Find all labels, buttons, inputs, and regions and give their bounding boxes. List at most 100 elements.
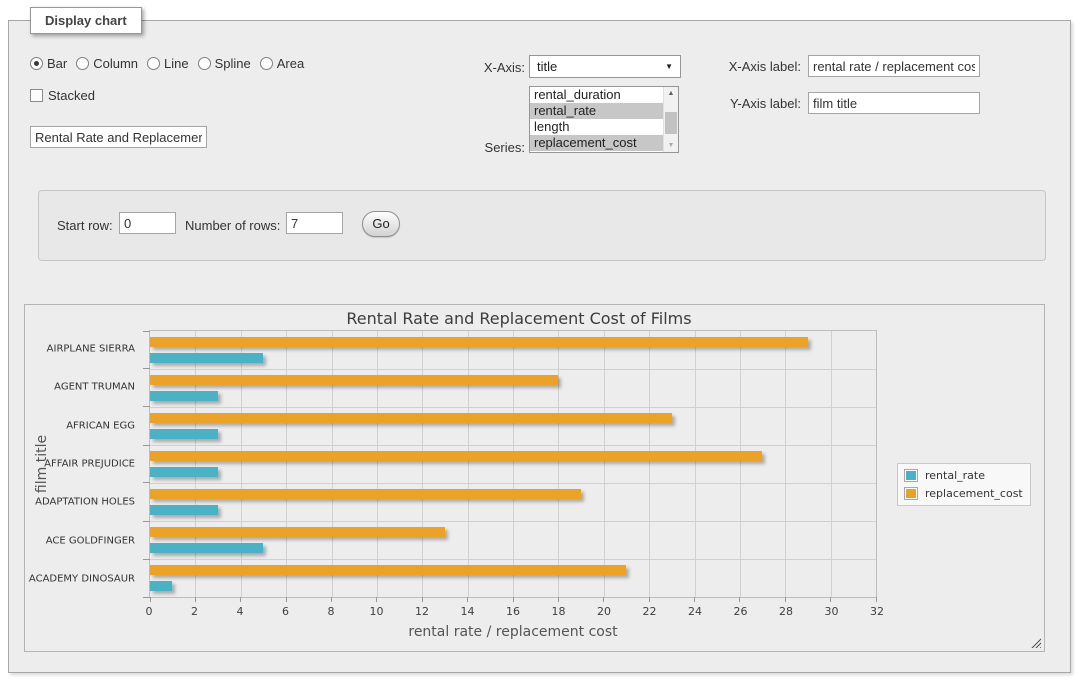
x-tick-mark [830, 597, 831, 602]
scrollbar-thumb[interactable] [665, 112, 677, 134]
scroll-down-icon[interactable]: ▼ [664, 139, 678, 152]
radio-label: Column [93, 56, 138, 71]
bar-rental_rate [150, 543, 263, 553]
x-axis-title: rental rate / replacement cost [149, 624, 877, 640]
category-label: AGENT TRUMAN [54, 382, 135, 393]
bar-replacement_cost [150, 375, 558, 385]
y-tick-mark [143, 331, 150, 332]
chart-title: Rental Rate and Replacement Cost of Film… [25, 309, 1013, 328]
gridline-vertical [422, 331, 423, 597]
gridline-vertical [241, 331, 242, 597]
bar-rental_rate [150, 429, 218, 439]
radio-label: Spline [215, 56, 251, 71]
x-tick-mark [195, 597, 196, 602]
series-option-length[interactable]: length [530, 119, 663, 135]
x-tick-mark [422, 597, 423, 602]
bar-replacement_cost [150, 489, 581, 499]
bar-replacement_cost [150, 565, 626, 575]
radio-option-column[interactable]: Column [76, 56, 138, 71]
plot-area [149, 330, 877, 598]
x-tick-mark [150, 597, 151, 602]
scroll-up-icon[interactable]: ▲ [664, 87, 678, 100]
x-tick-label: 6 [282, 605, 289, 618]
bar-replacement_cost [150, 413, 672, 423]
x-tick-mark [331, 597, 332, 602]
radio-option-area[interactable]: Area [260, 56, 304, 71]
category-label: ADAPTATION HOLES [35, 497, 135, 508]
x-tick-mark [876, 597, 877, 602]
category-label: ACE GOLDFINGER [46, 535, 135, 546]
y-axis-title: film title [34, 435, 50, 493]
radio-circle[interactable] [198, 57, 211, 70]
y-tick-mark [143, 482, 150, 483]
x-axis-selected-value: title [537, 59, 557, 74]
x-tick-mark [603, 597, 604, 602]
stacked-checkbox[interactable] [30, 89, 43, 102]
bar-replacement_cost [150, 337, 808, 347]
y-tick-mark [143, 445, 150, 446]
x-axis-label-input[interactable] [808, 55, 980, 77]
radio-label: Line [164, 56, 189, 71]
series-scrollbar[interactable]: ▲ ▼ [663, 87, 678, 152]
x-tick-label: 24 [688, 605, 702, 618]
y-axis-label-input[interactable] [808, 92, 980, 114]
gridline-vertical [695, 331, 696, 597]
series-option-replacement_cost[interactable]: replacement_cost [530, 135, 663, 151]
y-tick-mark [143, 521, 150, 522]
series-select-label: Series: [440, 140, 525, 155]
gridline-horizontal [150, 369, 876, 370]
x-tick-label: 12 [415, 605, 429, 618]
category-label: AFFAIR PREJUDICE [44, 459, 135, 470]
gridline-horizontal [150, 407, 876, 408]
radio-option-spline[interactable]: Spline [198, 56, 251, 71]
chart-title-input[interactable] [30, 126, 207, 148]
gridline-vertical [332, 331, 333, 597]
y-tick-mark [143, 559, 150, 560]
x-tick-label: 8 [328, 605, 335, 618]
x-axis-label-field-label: X-Axis label: [712, 59, 801, 74]
series-option-rental_rate[interactable]: rental_rate [530, 103, 663, 119]
category-label: AIRPLANE SIERRA [47, 344, 135, 355]
series-listbox[interactable]: rental_durationrental_ratelengthreplacem… [529, 86, 679, 153]
x-tick-label: 20 [597, 605, 611, 618]
radio-circle[interactable] [30, 57, 43, 70]
gridline-horizontal [150, 445, 876, 446]
y-axis-label-field-label: Y-Axis label: [712, 96, 801, 111]
bar-replacement_cost [150, 451, 762, 461]
x-tick-label: 16 [506, 605, 520, 618]
gridline-horizontal [150, 483, 876, 484]
radio-label: Bar [47, 56, 67, 71]
x-tick-mark [558, 597, 559, 602]
radio-circle[interactable] [147, 57, 160, 70]
stacked-row: Stacked [30, 88, 95, 103]
x-tick-label: 30 [825, 605, 839, 618]
gridline-horizontal [150, 559, 876, 560]
legend-swatch [904, 469, 918, 482]
radio-circle[interactable] [76, 57, 89, 70]
num-rows-input[interactable] [286, 212, 343, 234]
radio-circle[interactable] [260, 57, 273, 70]
gridline-vertical [286, 331, 287, 597]
x-tick-mark [467, 597, 468, 602]
x-axis-select[interactable]: title ▼ [529, 55, 681, 78]
radio-option-line[interactable]: Line [147, 56, 189, 71]
stacked-label: Stacked [48, 88, 95, 103]
x-tick-label: 10 [370, 605, 384, 618]
resize-handle-icon[interactable] [1030, 637, 1041, 648]
radio-option-bar[interactable]: Bar [30, 56, 67, 71]
x-tick-mark [513, 597, 514, 602]
bar-rental_rate [150, 581, 172, 591]
x-tick-label: 4 [237, 605, 244, 618]
bar-rental_rate [150, 391, 218, 401]
series-option-rental_duration[interactable]: rental_duration [530, 87, 663, 103]
bar-rental_rate [150, 353, 263, 363]
x-tick-label: 2 [191, 605, 198, 618]
category-label: AFRICAN EGG [66, 420, 135, 431]
start-row-input[interactable] [119, 212, 176, 234]
go-button[interactable]: Go [362, 211, 400, 237]
gridline-vertical [513, 331, 514, 597]
x-tick-label: 32 [870, 605, 884, 618]
legend-item-rental_rate: rental_rate [904, 469, 1023, 482]
panel-title: Display chart [30, 7, 142, 34]
chart-container: Rental Rate and Replacement Cost of Film… [24, 304, 1045, 652]
